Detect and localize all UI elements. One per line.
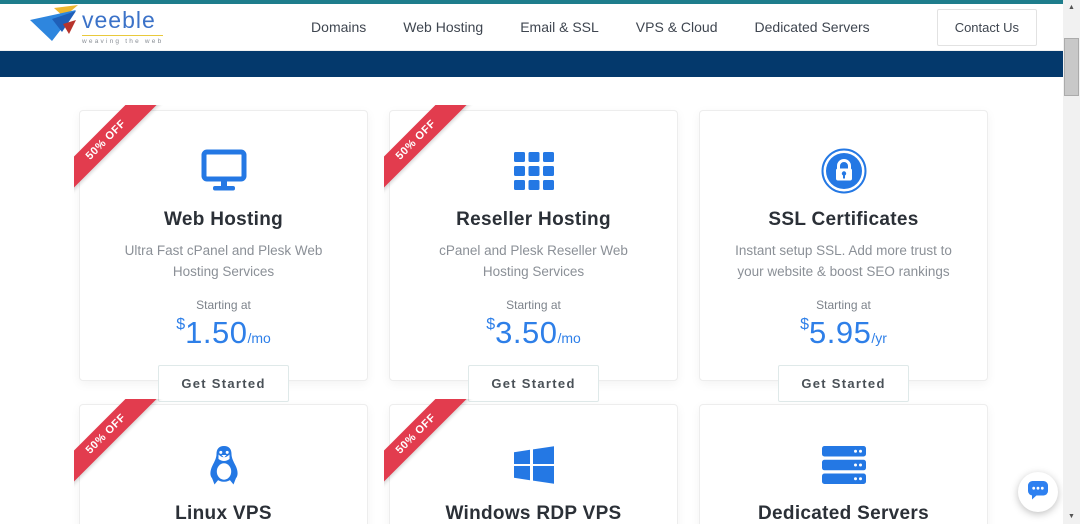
chat-launcher-button[interactable] [1018,472,1058,512]
paper-plane-logo-icon [30,5,78,50]
price-currency: $ [486,316,495,333]
price: $3.50/mo [390,317,677,348]
card-windows-rdp-vps: 50% OFF Windows RDP VPS Highly Reliable … [389,404,678,524]
get-started-button[interactable]: Get Started [158,365,288,402]
card-ssl-certificates: SSL Certificates Instant setup SSL. Add … [699,110,988,381]
nav-item-dedicated-servers[interactable]: Dedicated Servers [755,19,870,35]
card-reseller-hosting: 50% OFF Reseller Hosting cPanel and Ples… [389,110,678,381]
main-nav: Domains Web Hosting Email & SSL VPS & Cl… [311,9,1037,46]
nav-item-email-ssl[interactable]: Email & SSL [520,19,599,35]
contact-us-button[interactable]: Contact Us [937,9,1037,46]
starting-at-label: Starting at [390,298,677,312]
card-linux-vps: 50% OFF Linux VPS Buy Linux VPS with SSD… [79,404,368,524]
windows-icon [390,441,677,489]
price-amount: 3.50 [495,315,557,350]
card-description: cPanel and Plesk Reseller Web Hosting Se… [416,241,651,283]
nav-item-vps-cloud[interactable]: VPS & Cloud [636,19,718,35]
banner-strip [0,51,1080,77]
card-dedicated-servers: Dedicated Servers Fully Customizable Bar… [699,404,988,524]
card-title: Windows RDP VPS [390,503,677,524]
starting-at-label: Starting at [80,298,367,312]
scrollbar-thumb[interactable] [1064,38,1079,96]
price-period: /yr [871,330,887,346]
grid-icon [390,147,677,195]
card-description: Ultra Fast cPanel and Plesk Web Hosting … [106,241,341,283]
linux-penguin-icon [80,441,367,489]
brand-logo[interactable]: veeble weaving the web [30,5,163,50]
brand-name: veeble [82,9,163,32]
nav-item-web-hosting[interactable]: Web Hosting [403,19,483,35]
service-cards-grid: 50% OFF Web Hosting Ultra Fast cPanel an… [79,110,988,524]
price-period: /mo [247,330,270,346]
card-description: Instant setup SSL. Add more trust to you… [726,241,961,283]
card-title: Dedicated Servers [700,503,987,524]
nav-item-domains[interactable]: Domains [311,19,366,35]
card-web-hosting: 50% OFF Web Hosting Ultra Fast cPanel an… [79,110,368,381]
card-title: Reseller Hosting [390,209,677,231]
price: $5.95/yr [700,317,987,348]
padlock-icon [700,147,987,195]
card-title: SSL Certificates [700,209,987,231]
price: $1.50/mo [80,317,367,348]
card-title: Linux VPS [80,503,367,524]
price-amount: 1.50 [185,315,247,350]
brand-tagline: weaving the web [82,35,163,45]
server-stack-icon [700,441,987,489]
get-started-button[interactable]: Get Started [468,365,598,402]
price-amount: 5.95 [809,315,871,350]
desktop-icon [80,147,367,195]
vertical-scrollbar[interactable]: ▲ ▼ [1063,0,1080,524]
card-title: Web Hosting [80,209,367,231]
price-currency: $ [176,316,185,333]
get-started-button[interactable]: Get Started [778,365,908,402]
price-period: /mo [557,330,580,346]
header: veeble weaving the web Domains Web Hosti… [0,4,1080,51]
scrollbar-down-arrow[interactable]: ▼ [1063,509,1080,524]
price-currency: $ [800,316,809,333]
chat-bubble-icon [1027,479,1049,506]
scrollbar-up-arrow[interactable]: ▲ [1063,0,1080,15]
starting-at-label: Starting at [700,298,987,312]
